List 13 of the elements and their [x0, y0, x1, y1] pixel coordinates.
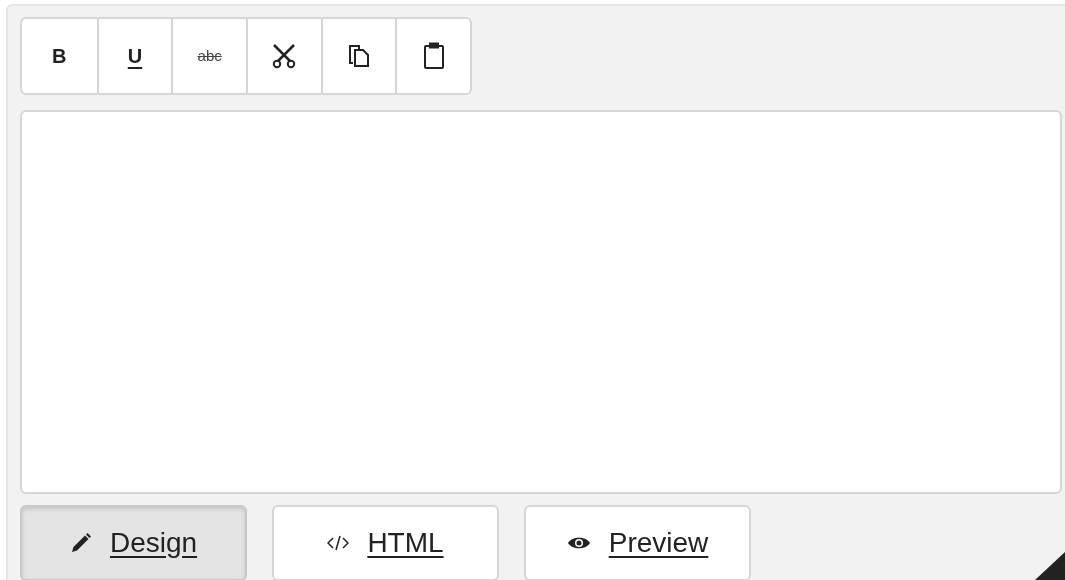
underline-button[interactable]: U	[96, 19, 172, 93]
eye-icon	[566, 535, 591, 551]
copy-icon	[348, 44, 370, 68]
code-icon	[327, 534, 350, 552]
clipboard-icon	[422, 42, 445, 70]
mode-tab[interactable]: Preview	[524, 505, 751, 580]
scissors-icon	[271, 43, 298, 69]
resize-handle-icon[interactable]	[1035, 552, 1065, 580]
bold-button[interactable]: B	[22, 19, 97, 93]
strikethrough-button[interactable]: abc	[171, 19, 246, 93]
mode-tab[interactable]: Design	[20, 505, 247, 580]
pencil-icon	[69, 532, 92, 554]
mode-tab[interactable]: HTML	[272, 505, 499, 580]
